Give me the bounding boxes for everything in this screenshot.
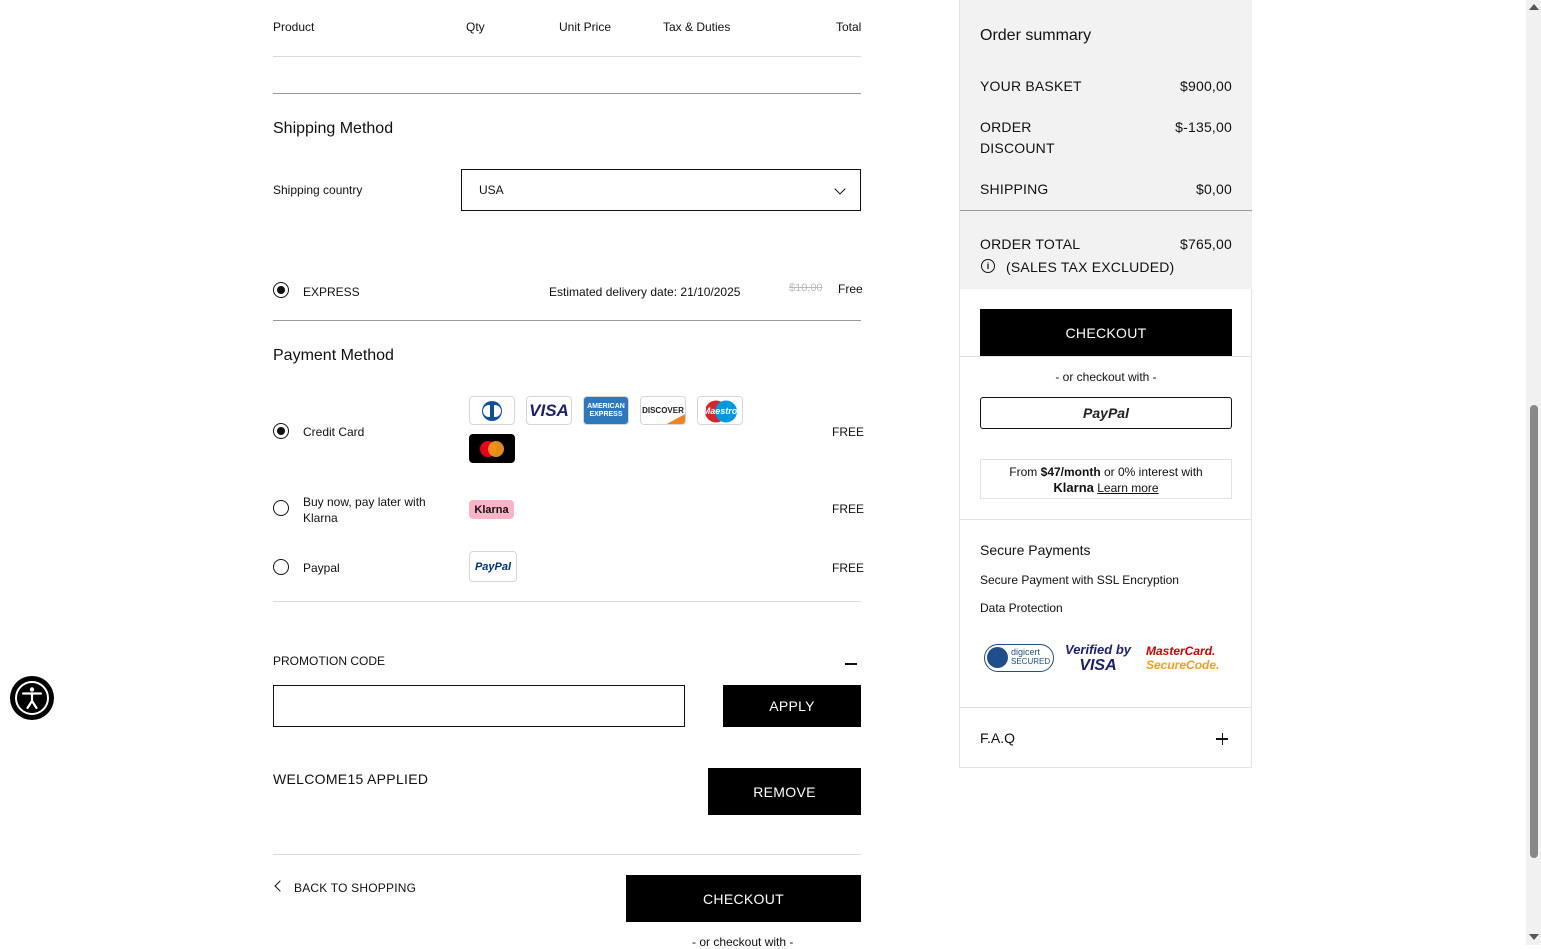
order-summary-title: Order summary [980,27,1092,44]
amex-icon: AMERICAN EXPRESS [583,396,629,425]
faq-toggle[interactable]: F.A.Q [980,730,1015,746]
divider [960,356,1252,357]
sales-tax-note: (SALES TAX EXCLUDED) [1006,259,1175,275]
remove-promo-button[interactable]: REMOVE [708,768,861,815]
payment-paypal-radio[interactable] [273,559,289,575]
info-icon[interactable]: i [981,259,995,273]
shipping-method-title: Shipping Method [273,120,394,137]
payment-credit-card-label: Credit Card [303,425,365,439]
divider [273,93,861,94]
divider [960,210,1252,211]
payment-credit-card-price: FREE [832,425,865,439]
shipping-express-radio[interactable] [273,282,289,298]
collapse-minus-icon[interactable] [845,663,857,665]
klarna-monthly-amount: $47/month [1040,465,1101,479]
payment-paypal-label: Paypal [303,561,340,575]
chevron-left-icon [274,880,286,892]
maestro-icon: Maestro [697,396,743,425]
basket-label: YOUR BASKET [980,78,1082,94]
payment-klarna-radio[interactable] [273,500,289,516]
visa-icon: VISA [526,396,572,425]
discover-icon: DISCOVER [640,396,686,425]
basket-value: $900,00 [1179,78,1232,94]
paypal-icon: PayPal [469,551,517,582]
scrollbar-thumb[interactable] [1530,405,1538,858]
klarna-logo-icon: Klarna [1053,480,1094,495]
divider [960,519,1252,520]
accessibility-icon [15,681,49,715]
klarna-icon: Klarna [469,500,514,519]
shipping-old-price: $10,00 [789,282,823,294]
order-total-value: $765,00 [1179,236,1232,252]
apply-button[interactable]: APPLY [723,685,861,727]
or-checkout-with-sidebar: - or checkout with - [1055,370,1157,384]
column-total: Total [836,20,862,34]
mastercard-securecode-badge-icon: MasterCard. SecureCode. [1146,644,1220,672]
shipping-country-value: USA [479,183,504,197]
column-product: Product [273,20,315,34]
shipping-value: $0,00 [1195,181,1232,197]
payment-method-title: Payment Method [273,347,394,364]
column-tax-duties: Tax & Duties [663,20,731,34]
secure-payments-title: Secure Payments [980,542,1091,558]
promotion-code-label: PROMOTION CODE [273,654,386,668]
divider [273,56,861,57]
discount-value: $-135,00 [1175,119,1232,135]
payment-credit-card-radio[interactable] [273,423,289,439]
checkout-button-sidebar[interactable]: CHECKOUT [980,309,1232,356]
payment-klarna-label: Buy now, pay later with Klarna [303,495,426,525]
estimated-delivery: Estimated delivery date: 21/10/2025 [549,285,741,299]
chevron-down-icon [834,183,846,195]
scroll-down-arrow-icon[interactable] [1529,934,1539,940]
paypal-checkout-button[interactable]: PayPal [980,397,1232,429]
checkout-button-bottom[interactable]: CHECKOUT [626,875,861,922]
or-checkout-with-bottom: - or checkout with - [692,935,794,949]
divider [960,707,1252,708]
shipping-country-label: Shipping country [273,183,363,197]
verified-by-visa-badge-icon: Verified by VISA [1065,642,1131,674]
promotion-code-input[interactable] [273,685,685,727]
column-qty: Qty [466,20,485,34]
divider [273,854,861,855]
scroll-up-arrow-icon[interactable] [1529,4,1539,10]
column-unit-price: Unit Price [559,20,612,34]
promo-applied-text: WELCOME15 APPLIED [273,771,429,787]
shipping-price: Free [838,282,863,296]
divider [273,320,861,321]
shipping-label: SHIPPING [980,181,1049,197]
diners-club-icon [469,396,515,425]
paypal-logo-icon: PayPal [1083,405,1129,421]
ssl-encryption-text: Secure Payment with SSL Encryption [980,573,1179,587]
accessibility-button[interactable] [10,676,54,720]
order-total-label: ORDER TOTAL [980,236,1081,252]
mastercard-icon [469,434,515,463]
discount-label-line2: DISCOUNT [980,140,1055,156]
back-to-shopping-link[interactable]: BACK TO SHOPPING [294,881,416,895]
shipping-country-select[interactable]: USA [461,169,861,211]
klarna-learn-more-link[interactable]: Learn more [1097,481,1158,495]
payment-paypal-price: FREE [832,561,865,575]
digicert-badge-icon: digicert SECURED [984,644,1054,672]
data-protection-text: Data Protection [980,601,1063,615]
divider [273,601,861,602]
payment-klarna-price: FREE [832,502,865,516]
discount-label-line1: ORDER [980,119,1032,135]
shipping-express-label: EXPRESS [303,285,360,299]
klarna-promo-box: From $47/month or 0% interest with Klarn… [980,459,1232,499]
